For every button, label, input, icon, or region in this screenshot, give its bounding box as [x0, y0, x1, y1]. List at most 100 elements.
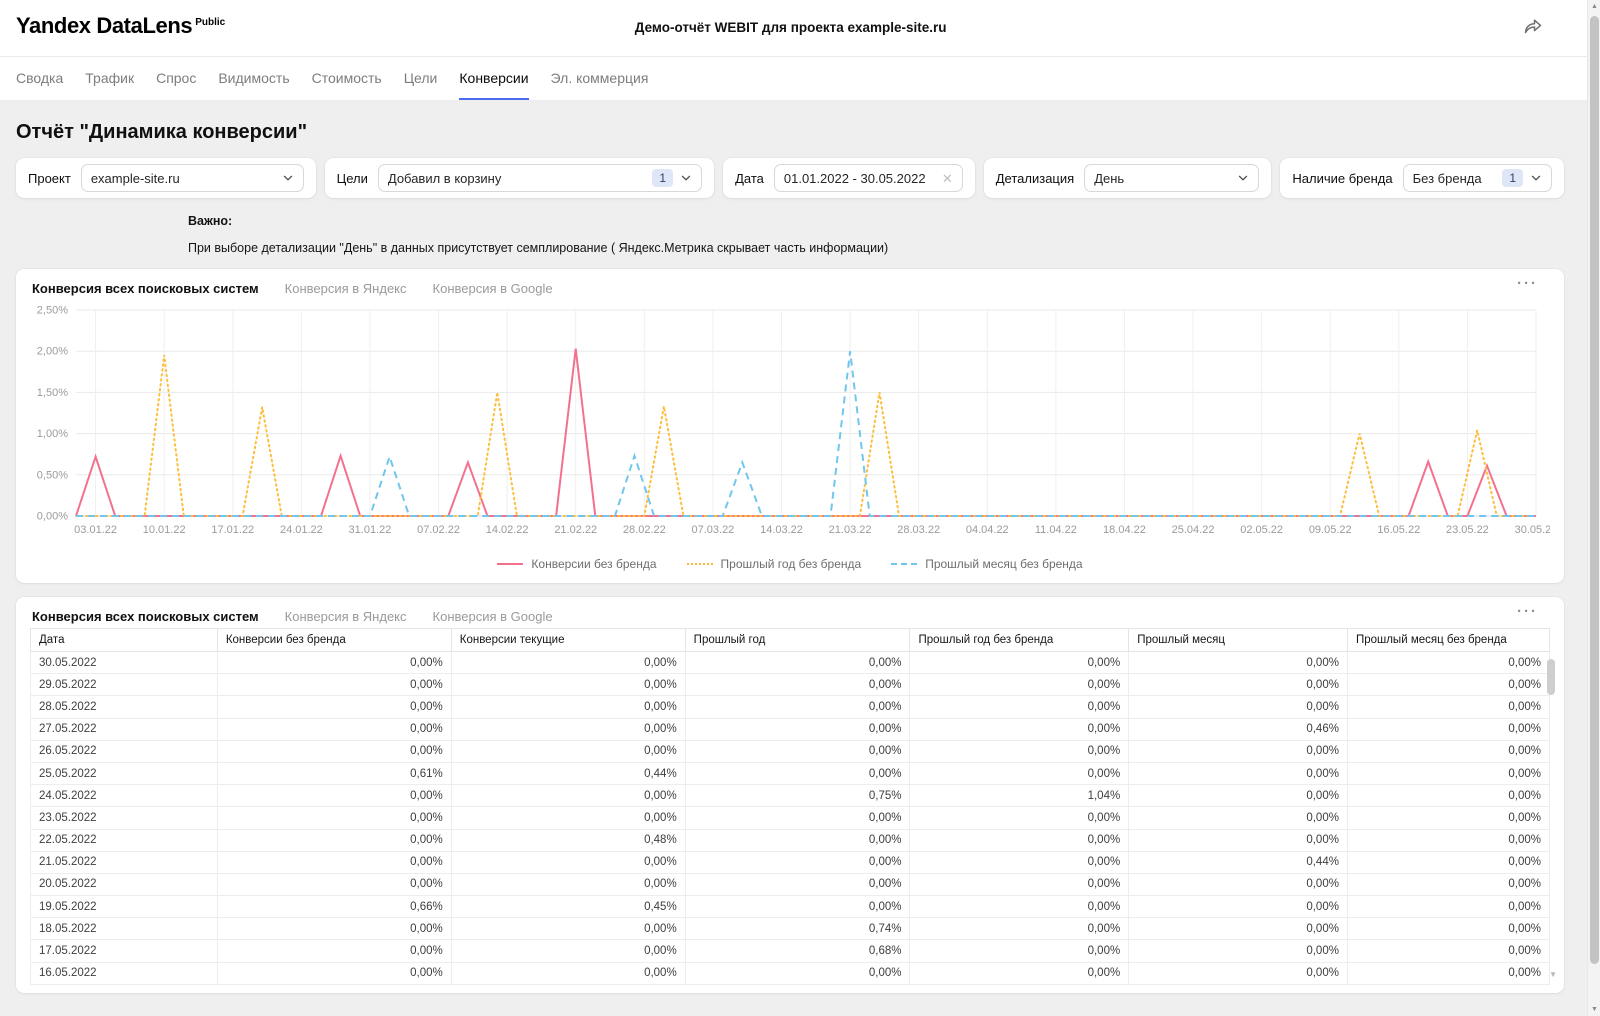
value-cell: 0,00%: [684, 850, 911, 874]
value-cell: 0,00%: [1346, 895, 1551, 919]
value-cell: 0,00%: [1128, 806, 1348, 830]
filter-date-select[interactable]: 01.01.2022 - 30.05.2022 ✕: [773, 164, 963, 192]
clear-icon[interactable]: ✕: [942, 172, 953, 185]
nav-tab-5[interactable]: Стоимость: [312, 57, 382, 100]
filter-date-value: 01.01.2022 - 30.05.2022: [783, 170, 926, 186]
document-title: Демо-отчёт WEBIT для проекта example-sit…: [634, 20, 947, 35]
page-scrollbar-thumb[interactable]: [1590, 16, 1599, 964]
table-row: 28.05.2022 0,00% 0,00% 0,00% 0,00% 0,00% 0,00%: [30, 695, 1551, 719]
date-cell: 23.05.2022: [30, 806, 218, 830]
nav-tab-8[interactable]: Эл. коммерция: [551, 57, 649, 100]
chart-tab-2[interactable]: Конверсия в Яндекс: [285, 281, 407, 296]
nav-tabs: Сводка Трафик Спрос Видимость Стоимость Цели К…: [0, 57, 1600, 101]
date-cell: 19.05.2022: [30, 895, 218, 919]
nav-tab-1[interactable]: Сводка: [16, 57, 63, 100]
legend-item-2[interactable]: Прошлый год без бренда: [686, 557, 861, 571]
svg-text:16.05.22: 16.05.22: [1377, 524, 1420, 536]
value-cell: 0,00%: [684, 673, 911, 697]
value-cell: 0,00%: [909, 917, 1130, 941]
chart-tab-1[interactable]: Конверсия всех поисковых систем: [32, 281, 259, 296]
nav-tab-4[interactable]: Видимость: [218, 57, 289, 100]
svg-text:09.05.22: 09.05.22: [1309, 524, 1352, 536]
svg-text:11.04.22: 11.04.22: [1035, 524, 1077, 536]
value-cell: 0,00%: [684, 961, 911, 985]
chart-menu-ellipsis-icon[interactable]: ···: [1517, 275, 1538, 292]
column-header-2[interactable]: Конверсии без бренда: [216, 628, 452, 652]
share-icon[interactable]: [1522, 16, 1546, 40]
table-row: 30.05.2022 0,00% 0,00% 0,00% 0,00% 0,00% 0,00%: [30, 650, 1551, 675]
scroll-down-icon[interactable]: ▼: [1588, 1006, 1600, 1013]
svg-text:21.03.22: 21.03.22: [829, 524, 872, 536]
value-cell: 0,00%: [450, 673, 686, 697]
filter-project-select[interactable]: example-site.ru: [80, 164, 304, 192]
value-cell: 0,00%: [216, 695, 452, 719]
value-cell: 0,00%: [909, 695, 1130, 719]
value-cell: 0,00%: [216, 872, 452, 897]
svg-text:28.03.22: 28.03.22: [897, 524, 940, 536]
date-cell: 27.05.2022: [30, 717, 218, 741]
value-cell: 0,00%: [909, 806, 1130, 830]
value-cell: 0,44%: [1128, 850, 1348, 874]
nav-tab-2[interactable]: Трафик: [85, 57, 134, 100]
date-cell: 29.05.2022: [30, 673, 218, 697]
filters-row: Проект example-site.ru Цели Добавил в корзи…: [16, 158, 1564, 198]
scroll-up-icon[interactable]: ▲: [1588, 3, 1600, 10]
nav-tab-7[interactable]: Конверсии: [459, 57, 529, 100]
value-cell: 0,00%: [1346, 650, 1551, 675]
table-tab-3[interactable]: Конверсия в Google: [433, 609, 553, 624]
value-cell: 0,00%: [450, 850, 686, 874]
table-row: 19.05.2022 0,66% 0,45% 0,00% 0,00% 0,00% 0,00%: [30, 895, 1551, 919]
app-logo: Yandex DataLens Public: [16, 13, 225, 39]
date-cell: 20.05.2022: [30, 872, 218, 897]
table-tab-1[interactable]: Конверсия всех поисковых систем: [32, 609, 259, 624]
value-cell: 0,45%: [450, 895, 686, 919]
column-header-3[interactable]: Конверсии текущие: [450, 628, 686, 652]
nav-tab-3[interactable]: Спрос: [156, 57, 196, 100]
value-cell: 0,00%: [1128, 784, 1348, 808]
value-cell: 0,00%: [216, 939, 452, 963]
filter-detail: Детализация День: [983, 158, 1272, 198]
value-cell: 0,00%: [1128, 895, 1348, 919]
chart-tab-3[interactable]: Конверсия в Google: [433, 281, 553, 296]
svg-text:31.01.22: 31.01.22: [349, 524, 392, 536]
value-cell: 0,00%: [909, 939, 1130, 963]
value-cell: 0,00%: [684, 650, 911, 675]
column-header-1[interactable]: Дата: [30, 628, 218, 652]
table-tab-2[interactable]: Конверсия в Яндекс: [285, 609, 407, 624]
page-scrollbar[interactable]: ▲ ▼: [1587, 0, 1600, 1016]
column-header-7[interactable]: Прошлый месяц без бренда: [1346, 628, 1551, 652]
filter-brand-count-badge: 1: [1502, 169, 1523, 187]
filter-goals-select[interactable]: Добавил в корзину 1: [377, 164, 703, 192]
value-cell: 0,00%: [216, 650, 452, 675]
filter-detail-value: День: [1094, 170, 1125, 186]
value-cell: 0,00%: [909, 650, 1130, 675]
value-cell: 0,00%: [684, 717, 911, 741]
table-scroll-down-icon[interactable]: ▼: [1549, 970, 1557, 979]
table-row: 16.05.2022 0,00% 0,00% 0,00% 0,00% 0,00% 0,00%: [30, 961, 1551, 985]
value-cell: 0,00%: [684, 739, 911, 763]
filter-goals-count-badge: 1: [652, 169, 674, 187]
value-cell: 0,00%: [1346, 806, 1551, 830]
filter-brand-select[interactable]: Без бренда 1: [1402, 164, 1552, 192]
table-row: 25.05.2022 0,61% 0,44% 0,00% 0,00% 0,00% 0,00%: [30, 761, 1551, 786]
svg-text:24.01.22: 24.01.22: [280, 524, 323, 536]
value-cell: 0,48%: [450, 828, 686, 852]
table-scrollbar-thumb[interactable]: [1547, 659, 1555, 695]
filter-detail-label: Детализация: [995, 170, 1075, 186]
table-menu-ellipsis-icon[interactable]: ···: [1517, 603, 1538, 620]
logo-text: Yandex DataLens: [16, 13, 193, 38]
chart-mount: 0,00% 0,50% 1,00% 1,50% 2,00% 2,50% 03.01.22 10…: [30, 300, 1558, 555]
svg-text:14.03.22: 14.03.22: [760, 524, 803, 536]
column-header-4[interactable]: Прошлый год: [684, 628, 911, 652]
value-cell: 0,00%: [216, 673, 452, 697]
nav-tab-6[interactable]: Цели: [404, 57, 438, 100]
value-cell: 0,00%: [216, 917, 452, 941]
column-header-6[interactable]: Прошлый месяц: [1128, 628, 1348, 652]
legend-item-1[interactable]: Конверсии без бренда: [497, 557, 657, 571]
date-cell: 25.05.2022: [30, 761, 218, 786]
filter-detail-select[interactable]: День: [1084, 164, 1260, 192]
value-cell: 0,66%: [216, 895, 452, 919]
column-header-5[interactable]: Прошлый год без бренда: [909, 628, 1130, 652]
legend-item-3[interactable]: Прошлый месяц без бренда: [891, 557, 1083, 571]
date-cell: 30.05.2022: [30, 650, 218, 675]
